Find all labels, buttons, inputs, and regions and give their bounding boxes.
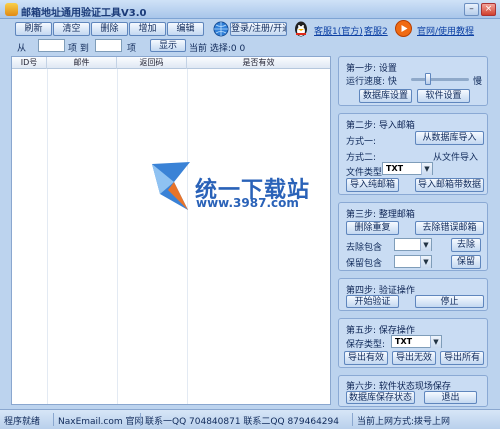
qq-penguin-icon (293, 20, 309, 38)
support-link-2[interactable]: 客服2 (364, 24, 388, 37)
filetype-select[interactable]: TXT ▼ (382, 162, 433, 175)
col-return-code[interactable]: 返回码 (117, 57, 187, 69)
from-label: 从 (17, 44, 27, 54)
window-title: 邮箱地址通用验证工具V3.0 (21, 8, 147, 19)
refresh-button[interactable]: 刷新 (15, 22, 52, 36)
mode1-label: 方式一: (346, 137, 377, 147)
step3-title: 第三步: 整理邮箱 (346, 210, 415, 220)
col-valid[interactable]: 是否有效 (187, 57, 330, 69)
email-table[interactable]: ID号 邮件 返回码 是否有效 (11, 56, 331, 405)
exit-button[interactable]: 退出 (424, 391, 477, 404)
support-link-1[interactable]: 客服1(官方) (314, 24, 363, 37)
import-from-file-text: 从文件导入 (433, 153, 479, 163)
stop-button[interactable]: 停止 (415, 295, 484, 308)
savetype-value: TXT (395, 337, 413, 346)
column-divider (117, 69, 118, 404)
status-ready: 程序就绪 (4, 417, 41, 427)
column-divider (187, 69, 188, 404)
slow-label: 慢 (473, 77, 483, 87)
keep-button[interactable]: 保留 (451, 255, 481, 269)
savetype-label: 保存类型: (346, 340, 386, 350)
speed-slider-thumb[interactable] (425, 73, 432, 85)
title-bar: 邮箱地址通用验证工具V3.0 – × (0, 0, 500, 19)
step2-title: 第二步: 导入邮箱 (346, 121, 415, 131)
save-state-button[interactable]: 数据库保存状态 (346, 391, 415, 404)
chevron-down-icon[interactable]: ▼ (420, 239, 431, 251)
status-divider (140, 413, 141, 426)
tutorial-link[interactable]: 官网/使用教程 (417, 24, 474, 37)
globe-icon (213, 21, 229, 37)
play-icon (395, 20, 412, 37)
app-icon (5, 3, 18, 16)
remove-wrong-email-button[interactable]: 去除错误邮箱 (415, 221, 484, 235)
edit-button[interactable]: 编辑 (167, 22, 204, 36)
export-valid-button[interactable]: 导出有效 (344, 351, 388, 365)
delete-button[interactable]: 删除 (91, 22, 128, 36)
import-email-with-data-button[interactable]: 导入邮箱带数据 (415, 178, 484, 192)
chevron-down-icon[interactable]: ▼ (430, 336, 441, 348)
step5-panel: 第五步: 保存操作 保存类型: TXT ▼ 导出有效 导出无效 导出所有 (338, 318, 488, 368)
status-divider (53, 413, 54, 426)
import-from-db-button[interactable]: 从数据库导入 (415, 131, 484, 145)
column-divider (47, 69, 48, 404)
watermark-url: www.3987.com (196, 196, 299, 210)
step3-panel: 第三步: 整理邮箱 删除重复 去除错误邮箱 去除包含 ▼ 去除 保留包含 ▼ 保… (338, 202, 488, 271)
speed-label: 运行速度: 快 (346, 77, 397, 87)
minimize-button[interactable]: – (464, 3, 479, 16)
current-selection: 当前 选择:0 0 (189, 44, 246, 54)
step1-title: 第一步: 设置 (346, 64, 397, 74)
status-contact: 联系一QQ 704840871 联系二QQ 879464294 (145, 417, 339, 427)
mode2-label: 方式二: (346, 153, 377, 163)
status-divider (352, 413, 353, 426)
software-settings-button[interactable]: 软件设置 (417, 89, 470, 103)
start-verify-button[interactable]: 开始验证 (346, 295, 399, 308)
savetype-select[interactable]: TXT ▼ (391, 335, 442, 348)
remove-contains-select[interactable]: ▼ (394, 238, 432, 251)
filetype-value: TXT (386, 164, 404, 173)
watermark-logo (150, 160, 192, 212)
export-invalid-button[interactable]: 导出无效 (392, 351, 436, 365)
show-button[interactable]: 显示 (150, 39, 186, 52)
status-site: NaxEmail.com 官网 (58, 417, 144, 427)
keep-contains-label: 保留包含 (346, 259, 383, 269)
db-settings-button[interactable]: 数据库设置 (359, 89, 412, 103)
dedupe-button[interactable]: 删除重复 (346, 221, 399, 235)
to-label: 项 到 (68, 44, 89, 54)
status-bar: 程序就绪 NaxEmail.com 官网 联系一QQ 704840871 联系二… (0, 409, 500, 429)
export-all-button[interactable]: 导出所有 (440, 351, 484, 365)
remove-contains-label: 去除包含 (346, 243, 383, 253)
item-label: 项 (127, 44, 137, 54)
step6-panel: 第六步: 软件状态现场保存 数据库保存状态 退出 (338, 375, 488, 407)
table-header: ID号 邮件 返回码 是否有效 (12, 57, 330, 69)
col-email[interactable]: 邮件 (47, 57, 117, 69)
import-pure-email-button[interactable]: 导入纯邮箱 (346, 178, 399, 192)
add-button[interactable]: 增加 (129, 22, 166, 36)
speed-slider[interactable] (411, 78, 469, 81)
step1-panel: 第一步: 设置 运行速度: 快 慢 数据库设置 软件设置 (338, 56, 488, 106)
register-button[interactable]: 登录/注册/开通 (230, 22, 287, 36)
keep-contains-select[interactable]: ▼ (394, 255, 432, 268)
clear-button[interactable]: 清空 (53, 22, 90, 36)
step4-panel: 第四步: 验证操作 开始验证 停止 (338, 278, 488, 311)
from-input[interactable] (38, 39, 65, 52)
chevron-down-icon[interactable]: ▼ (421, 163, 432, 175)
chevron-down-icon[interactable]: ▼ (420, 256, 431, 268)
to-input[interactable] (95, 39, 122, 52)
status-connection: 当前上网方式:拨号上网 (357, 417, 451, 427)
step2-panel: 第二步: 导入邮箱 方式一: 从数据库导入 方式二: 从文件导入 文件类型: T… (338, 113, 488, 195)
close-button[interactable]: × (481, 3, 496, 16)
col-id[interactable]: ID号 (12, 57, 47, 69)
filetype-label: 文件类型: (346, 168, 386, 178)
remove-button[interactable]: 去除 (451, 238, 481, 252)
